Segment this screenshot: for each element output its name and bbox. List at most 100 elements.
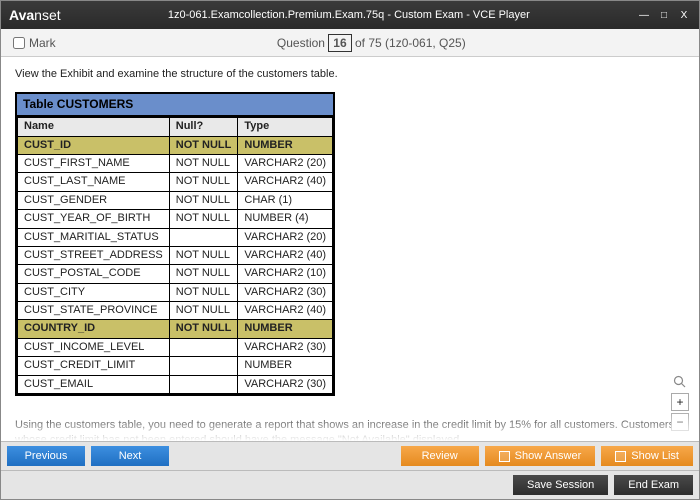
previous-button[interactable]: Previous xyxy=(7,446,85,466)
table-caption: Table CUSTOMERS xyxy=(17,94,333,117)
cell-name: CUST_STREET_ADDRESS xyxy=(18,246,170,264)
customers-table: Name Null? Type CUST_IDNOT NULLNUMBERCUS… xyxy=(17,117,333,394)
col-type: Type xyxy=(238,118,333,136)
cell-name: CUST_POSTAL_CODE xyxy=(18,265,170,283)
cell-null: NOT NULL xyxy=(169,302,238,320)
col-name: Name xyxy=(18,118,170,136)
next-button[interactable]: Next xyxy=(91,446,169,466)
cell-name: CUST_FIRST_NAME xyxy=(18,154,170,172)
question-counter: Question 16 of 75 (1z0-061, Q25) xyxy=(56,36,687,50)
cell-name: CUST_INCOME_LEVEL xyxy=(18,338,170,356)
cell-type: NUMBER xyxy=(238,136,333,154)
cell-type: NUMBER (4) xyxy=(238,210,333,228)
table-row: CUST_STREET_ADDRESSNOT NULLVARCHAR2 (40) xyxy=(18,246,333,264)
cell-name: CUST_CITY xyxy=(18,283,170,301)
cell-name: CUST_ID xyxy=(18,136,170,154)
close-button[interactable]: X xyxy=(677,8,691,22)
exhibit-instruction: View the Exhibit and examine the structu… xyxy=(15,67,685,82)
cell-type: CHAR (1) xyxy=(238,191,333,209)
cell-type: NUMBER xyxy=(238,320,333,338)
cell-type: VARCHAR2 (40) xyxy=(238,302,333,320)
zoom-controls: + − xyxy=(671,373,689,431)
cell-type: VARCHAR2 (20) xyxy=(238,228,333,246)
question-paragraph-1: Using the customers table, you need to g… xyxy=(15,418,685,441)
footer-toolbar-2: Save Session End Exam xyxy=(1,470,699,499)
question-content[interactable]: View the Exhibit and examine the structu… xyxy=(1,57,699,441)
table-row: CUST_EMAIL VARCHAR2 (30) xyxy=(18,375,333,393)
magnifier-icon[interactable] xyxy=(671,373,689,391)
mark-checkbox-label[interactable]: Mark xyxy=(13,36,56,50)
logo-letter: A xyxy=(9,7,19,23)
question-header: Mark Question 16 of 75 (1z0-061, Q25) xyxy=(1,29,699,57)
cell-type: VARCHAR2 (40) xyxy=(238,246,333,264)
cell-name: CUST_EMAIL xyxy=(18,375,170,393)
question-total: of 75 (1z0-061, Q25) xyxy=(355,36,466,50)
cell-name: CUST_STATE_PROVINCE xyxy=(18,302,170,320)
cell-type: NUMBER xyxy=(238,357,333,375)
cell-type: VARCHAR2 (30) xyxy=(238,338,333,356)
table-row: CUST_INCOME_LEVEL VARCHAR2 (30) xyxy=(18,338,333,356)
cell-name: CUST_GENDER xyxy=(18,191,170,209)
cell-null xyxy=(169,357,238,375)
table-row: CUST_FIRST_NAMENOT NULLVARCHAR2 (20) xyxy=(18,154,333,172)
cell-type: VARCHAR2 (20) xyxy=(238,154,333,172)
titlebar: Avanset 1z0-061.Examcollection.Premium.E… xyxy=(1,1,699,29)
app-logo: Avanset xyxy=(9,7,61,23)
cell-null: NOT NULL xyxy=(169,191,238,209)
logo-part: va xyxy=(19,7,35,23)
cell-null xyxy=(169,375,238,393)
maximize-button[interactable]: □ xyxy=(657,8,671,22)
cell-name: COUNTRY_ID xyxy=(18,320,170,338)
window-title: 1z0-061.Examcollection.Premium.Exam.75q … xyxy=(61,9,637,21)
show-list-button[interactable]: Show List xyxy=(601,446,693,466)
table-row: CUST_CREDIT_LIMIT NUMBER xyxy=(18,357,333,375)
save-session-button[interactable]: Save Session xyxy=(513,475,608,495)
logo-part: nset xyxy=(34,7,60,23)
cell-null: NOT NULL xyxy=(169,320,238,338)
review-button[interactable]: Review xyxy=(401,446,479,466)
table-row: CUST_LAST_NAMENOT NULLVARCHAR2 (40) xyxy=(18,173,333,191)
mark-checkbox[interactable] xyxy=(13,37,25,49)
table-row: CUST_STATE_PROVINCENOT NULLVARCHAR2 (40) xyxy=(18,302,333,320)
cell-name: CUST_LAST_NAME xyxy=(18,173,170,191)
mark-label-text: Mark xyxy=(29,36,56,50)
table-row: CUST_YEAR_OF_BIRTHNOT NULLNUMBER (4) xyxy=(18,210,333,228)
customers-table-box: Table CUSTOMERS Name Null? Type CUST_IDN… xyxy=(15,92,335,396)
minimize-button[interactable]: — xyxy=(637,8,651,22)
cell-null xyxy=(169,228,238,246)
col-null: Null? xyxy=(169,118,238,136)
app-window: Avanset 1z0-061.Examcollection.Premium.E… xyxy=(0,0,700,500)
question-word: Question xyxy=(277,36,325,50)
review-label: Review xyxy=(422,450,458,462)
question-number: 16 xyxy=(328,34,351,52)
footer-toolbar: Previous Next Review Show Answer Show Li… xyxy=(1,441,699,470)
table-row: CUST_GENDERNOT NULLCHAR (1) xyxy=(18,191,333,209)
cell-name: CUST_CREDIT_LIMIT xyxy=(18,357,170,375)
table-row: COUNTRY_IDNOT NULLNUMBER xyxy=(18,320,333,338)
show-list-label: Show List xyxy=(631,450,679,462)
show-list-check xyxy=(615,451,626,462)
cell-type: VARCHAR2 (40) xyxy=(238,173,333,191)
show-answer-button[interactable]: Show Answer xyxy=(485,446,596,466)
cell-null xyxy=(169,338,238,356)
cell-type: VARCHAR2 (30) xyxy=(238,375,333,393)
table-row: CUST_MARITIAL_STATUSVARCHAR2 (20) xyxy=(18,228,333,246)
cell-null: NOT NULL xyxy=(169,283,238,301)
table-row: CUST_CITYNOT NULLVARCHAR2 (30) xyxy=(18,283,333,301)
zoom-out-button[interactable]: − xyxy=(671,413,689,431)
cell-null: NOT NULL xyxy=(169,154,238,172)
table-row: CUST_POSTAL_CODENOT NULLVARCHAR2 (10) xyxy=(18,265,333,283)
cell-type: VARCHAR2 (30) xyxy=(238,283,333,301)
cell-name: CUST_YEAR_OF_BIRTH xyxy=(18,210,170,228)
show-answer-label: Show Answer xyxy=(515,450,582,462)
end-exam-button[interactable]: End Exam xyxy=(614,475,693,495)
table-row: CUST_IDNOT NULLNUMBER xyxy=(18,136,333,154)
table-header-row: Name Null? Type xyxy=(18,118,333,136)
cell-null: NOT NULL xyxy=(169,136,238,154)
cell-null: NOT NULL xyxy=(169,246,238,264)
window-controls: — □ X xyxy=(637,8,691,22)
show-answer-check xyxy=(499,451,510,462)
cell-null: NOT NULL xyxy=(169,173,238,191)
cell-null: NOT NULL xyxy=(169,265,238,283)
zoom-in-button[interactable]: + xyxy=(671,393,689,411)
